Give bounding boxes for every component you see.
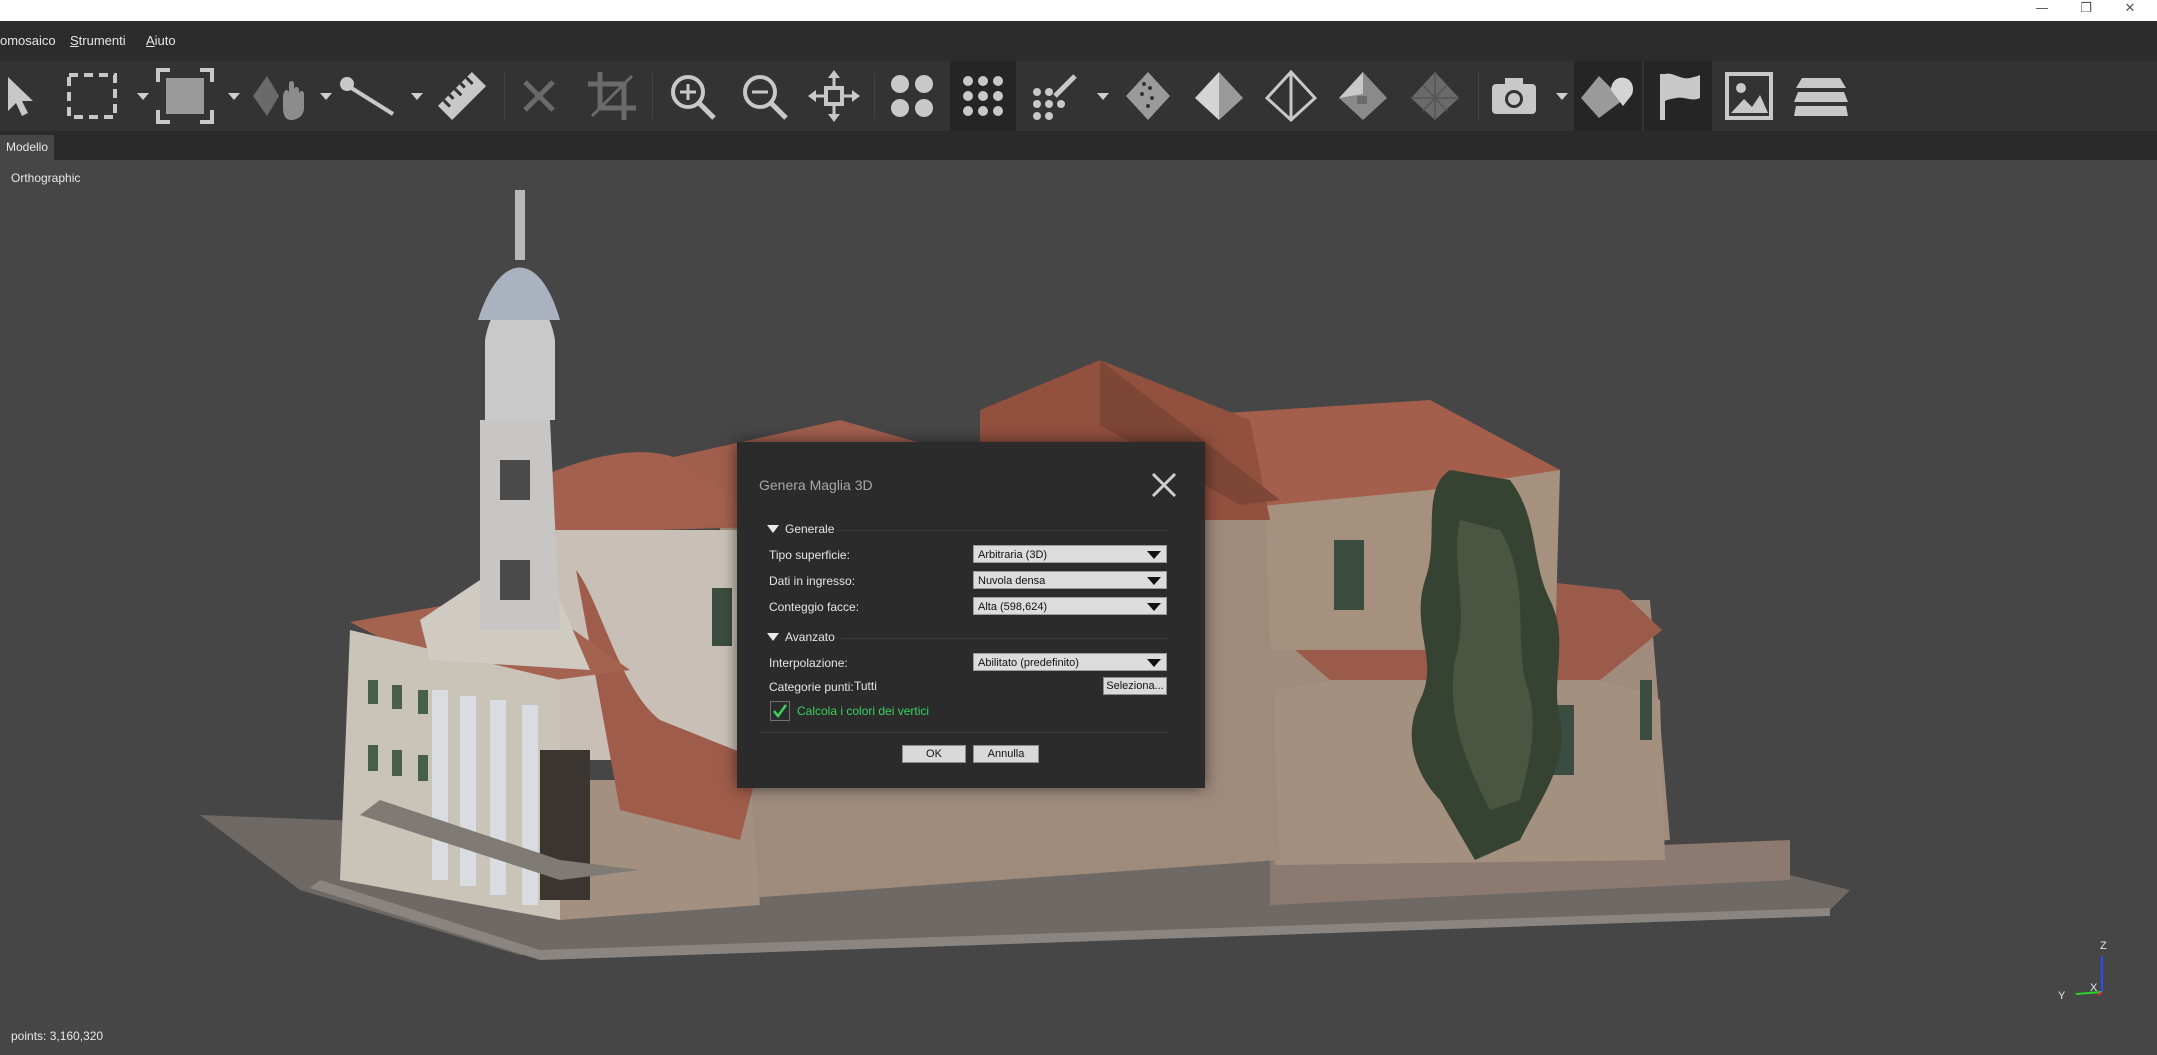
- restore-button[interactable]: ❐: [2064, 0, 2108, 21]
- source-data-select[interactable]: Nuvola densa: [973, 571, 1167, 589]
- capture-view-icon[interactable]: [1484, 61, 1544, 131]
- tiled-model-icon[interactable]: [1402, 61, 1468, 131]
- dropdown-arrow-icon: [1147, 603, 1161, 611]
- section-divider: [759, 732, 1169, 733]
- cancel-button[interactable]: Annulla: [973, 745, 1039, 763]
- rectangle-selection-icon[interactable]: [62, 61, 122, 131]
- toolbar-separator: [504, 73, 505, 119]
- delete-selection-icon[interactable]: [510, 61, 568, 131]
- checkmark-icon: [773, 704, 788, 719]
- rotate-dropdown-icon[interactable]: [320, 93, 332, 100]
- selection-dropdown-icon[interactable]: [137, 93, 149, 100]
- section-avanzato-label: Avanzato: [785, 630, 835, 644]
- capture-dropdown-icon[interactable]: [1556, 93, 1568, 100]
- region-dropdown-icon[interactable]: [228, 93, 240, 100]
- zoom-in-icon[interactable]: [660, 61, 724, 131]
- projection-label: Orthographic: [11, 171, 81, 185]
- section-divider: [837, 530, 1169, 531]
- dropdown-arrow-icon: [1147, 659, 1161, 667]
- classify-dropdown-icon[interactable]: [1097, 93, 1109, 100]
- measure-dropdown-icon[interactable]: [411, 93, 423, 100]
- menu-aiuto-rest: iuto: [154, 33, 176, 48]
- section-generale-label: Generale: [785, 522, 835, 536]
- measure-line-icon[interactable]: [336, 61, 402, 131]
- rotate-pan-icon[interactable]: [246, 61, 312, 131]
- show-region-icon[interactable]: [1574, 61, 1642, 131]
- classify-points-icon[interactable]: [1024, 61, 1086, 131]
- close-window-button[interactable]: ✕: [2108, 0, 2152, 21]
- dropdown-arrow-icon: [1147, 551, 1161, 559]
- reset-view-icon[interactable]: [804, 61, 864, 131]
- close-icon: [1151, 472, 1177, 498]
- interpolation-label: Interpolazione:: [769, 656, 848, 670]
- section-avanzato-header[interactable]: Avanzato: [767, 630, 835, 644]
- select-classes-button[interactable]: Seleziona...: [1103, 677, 1167, 695]
- solid-model-icon[interactable]: [1186, 61, 1252, 131]
- minimize-button[interactable]: —: [2020, 0, 2064, 21]
- section-divider: [841, 638, 1169, 639]
- crop-selection-icon[interactable]: [582, 61, 642, 131]
- source-data-value: Nuvola densa: [978, 575, 1046, 587]
- face-count-select[interactable]: Alta (598,624): [973, 597, 1167, 615]
- toolbar-separator: [652, 73, 653, 119]
- point-classes-value: Tutti: [854, 679, 877, 693]
- surface-type-select[interactable]: Arbitraria (3D): [973, 545, 1167, 563]
- axis-x-label: X: [2090, 982, 2098, 994]
- textured-model-icon[interactable]: [1330, 61, 1396, 131]
- toolbar-separator: [1478, 73, 1479, 119]
- show-images-icon[interactable]: [1716, 61, 1782, 131]
- vertex-colors-label: Calcola i colori dei vertici: [797, 704, 930, 718]
- interpolation-select[interactable]: Abilitato (predefinito): [973, 653, 1167, 671]
- resize-region-icon[interactable]: [154, 61, 216, 131]
- point-shaded-model-icon[interactable]: [1116, 61, 1180, 131]
- surface-type-label: Tipo superficie:: [769, 548, 850, 562]
- dialog-title: Genera Maglia 3D: [759, 477, 873, 493]
- show-layers-icon[interactable]: [1788, 61, 1854, 131]
- toolbar-separator: [874, 73, 875, 119]
- dropdown-arrow-icon: [1147, 577, 1161, 585]
- interpolation-value: Abilitato (predefinito): [978, 657, 1079, 669]
- menu-item-aiuto[interactable]: Aiuto: [146, 33, 176, 48]
- toolbar: [0, 61, 2157, 131]
- tab-bar: Modello: [0, 131, 2157, 160]
- show-cameras-icon[interactable]: [880, 61, 944, 131]
- section-generale-header[interactable]: Generale: [767, 522, 834, 536]
- navigation-pointer-icon[interactable]: [0, 61, 40, 131]
- ok-button[interactable]: OK: [902, 745, 966, 763]
- face-count-label: Conteggio facce:: [769, 600, 860, 614]
- face-count-value: Alta (598,624): [978, 601, 1048, 613]
- surface-type-value: Arbitraria (3D): [978, 549, 1048, 561]
- tab-modello[interactable]: Modello: [0, 135, 55, 160]
- axis-gizmo: Z X Y: [2050, 940, 2110, 1010]
- show-markers-icon[interactable]: [1644, 61, 1712, 131]
- points-count-label: points: 3,160,320: [11, 1029, 104, 1043]
- collapse-triangle-icon: [767, 633, 779, 641]
- zoom-out-icon[interactable]: [732, 61, 796, 131]
- generate-mesh-dialog: Genera Maglia 3D Generale Tipo superfici…: [737, 442, 1205, 788]
- wireframe-model-icon[interactable]: [1258, 61, 1324, 131]
- axis-y-label: Y: [2058, 990, 2066, 1002]
- source-data-label: Dati in ingresso:: [769, 574, 856, 588]
- dense-cloud-points-icon[interactable]: [950, 61, 1016, 131]
- menu-item-strumenti[interactable]: Strumenti: [70, 33, 126, 48]
- window-titlebar: — ❐ ✕: [0, 0, 2157, 21]
- menu-strumenti-rest: trumenti: [78, 33, 126, 48]
- collapse-triangle-icon: [767, 525, 779, 533]
- menu-item-orthomosaic[interactable]: omosaico: [0, 33, 56, 48]
- dialog-close-button[interactable]: [1149, 470, 1179, 500]
- menu-bar: omosaico Strumenti Aiuto: [0, 21, 2157, 61]
- vertex-colors-checkbox[interactable]: [770, 701, 790, 721]
- point-classes-label: Categorie punti:: [769, 680, 854, 694]
- ruler-measure-icon[interactable]: [430, 61, 494, 131]
